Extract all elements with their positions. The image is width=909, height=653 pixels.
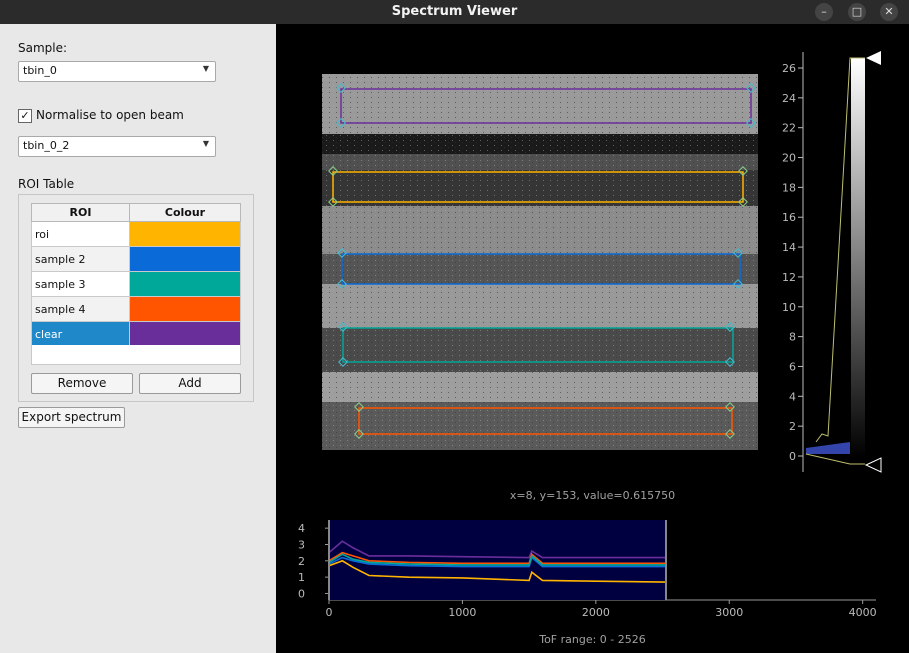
colorbar-tick-label: 4: [789, 390, 796, 403]
tof-range-region[interactable]: [329, 520, 667, 600]
colorbar-tick-label: 18: [782, 181, 796, 194]
roi-colour-cell[interactable]: [129, 321, 241, 347]
max-level-handle-icon[interactable]: [866, 51, 881, 65]
title-bar: Spectrum Viewer – □ ✕: [0, 0, 909, 24]
export-spectrum-button[interactable]: Export spectrum: [18, 407, 125, 428]
maximize-icon[interactable]: □: [848, 3, 866, 21]
colorbar-tick-label: 10: [782, 301, 796, 314]
table-row[interactable]: roi: [31, 221, 241, 247]
roi-table-label: ROI Table: [18, 177, 75, 191]
colorbar-tick-label: 0: [789, 450, 796, 463]
table-row[interactable]: clear: [31, 321, 241, 347]
sample-image[interactable]: [322, 74, 758, 450]
colorbar-tick-label: 6: [789, 360, 796, 373]
colorbar-tick-label: 2: [789, 420, 796, 433]
chevron-down-icon: ▼: [202, 139, 209, 148]
colorbar-tick-label: 24: [782, 92, 796, 105]
colorbar-tick-label: 14: [782, 241, 796, 254]
image-view[interactable]: 02468101214161820222426: [276, 24, 909, 484]
colorbar-tick-label: 26: [782, 62, 796, 75]
table-row[interactable]: sample 4: [31, 296, 241, 322]
y-tick-label: 2: [298, 555, 305, 568]
roi-name-cell[interactable]: sample 2: [31, 246, 130, 272]
roi-name-cell[interactable]: sample 4: [31, 296, 130, 322]
roi-name-cell[interactable]: roi: [31, 221, 130, 247]
y-tick-label: 0: [298, 587, 305, 600]
cursor-readout: x=8, y=153, value=0.615750: [509, 489, 676, 502]
colour-column-header[interactable]: Colour: [129, 203, 241, 222]
sample-select-value: tbin_0: [23, 64, 57, 77]
roi-table: ROI Colour roi sample 2 sample 3 sample 4 cl…: [31, 203, 241, 347]
roi-table-group: ROI Colour roi sample 2 sample 3 sample 4 cl…: [18, 194, 254, 402]
colorbar-tick-label: 20: [782, 152, 796, 165]
roi-colour-cell[interactable]: [129, 271, 241, 297]
add-button[interactable]: Add: [139, 373, 241, 394]
roi-colour-cell[interactable]: [129, 221, 241, 247]
x-tick-label: 1000: [448, 606, 476, 619]
close-icon[interactable]: ✕: [880, 3, 898, 21]
window-title: Spectrum Viewer: [391, 4, 518, 19]
remove-button[interactable]: Remove: [31, 373, 133, 394]
roi-name-cell[interactable]: sample 3: [31, 271, 130, 297]
histogram-colorbar[interactable]: 02468101214161820222426: [782, 51, 882, 473]
roi-column-header[interactable]: ROI: [31, 203, 130, 222]
openbeam-select-value: tbin_0_2: [23, 139, 70, 152]
histogram-shape: [806, 442, 850, 454]
roi-colour-cell[interactable]: [129, 296, 241, 322]
x-tick-label: 3000: [715, 606, 743, 619]
y-tick-label: 3: [298, 538, 305, 551]
spectrum-plot[interactable]: 0 1 2 3 4 0 1000 2000 3000 4000: [276, 512, 909, 628]
gradient-bar: [851, 58, 865, 458]
roi-colour-cell[interactable]: [129, 246, 241, 272]
sample-label: Sample:: [18, 41, 68, 55]
x-tick-label: 4000: [849, 606, 877, 619]
colorbar-tick-label: 8: [789, 331, 796, 344]
chevron-down-icon: ▼: [202, 64, 209, 73]
colorbar-tick-label: 16: [782, 211, 796, 224]
normalise-checkbox[interactable]: ✓: [18, 109, 32, 123]
roi-table-empty-area: [31, 345, 241, 365]
roi-name-cell[interactable]: clear: [31, 321, 130, 347]
minimize-icon[interactable]: –: [815, 3, 833, 21]
table-row[interactable]: sample 2: [31, 246, 241, 272]
colorbar-tick-label: 12: [782, 271, 796, 284]
controls-panel: Sample: tbin_0 ▼ ✓ Normalise to open bea…: [0, 24, 276, 653]
sample-select[interactable]: tbin_0 ▼: [18, 61, 216, 82]
table-row[interactable]: sample 3: [31, 271, 241, 297]
normalise-label: Normalise to open beam: [36, 108, 184, 122]
colorbar-tick-label: 22: [782, 122, 796, 135]
x-tick-label: 0: [326, 606, 333, 619]
y-tick-label: 4: [298, 522, 305, 535]
y-tick-label: 1: [298, 571, 305, 584]
min-level-handle-icon[interactable]: [864, 457, 882, 473]
tof-range-text: ToF range: 0 - 2526: [539, 633, 646, 646]
openbeam-select[interactable]: tbin_0_2 ▼: [18, 136, 216, 157]
x-tick-label: 2000: [582, 606, 610, 619]
